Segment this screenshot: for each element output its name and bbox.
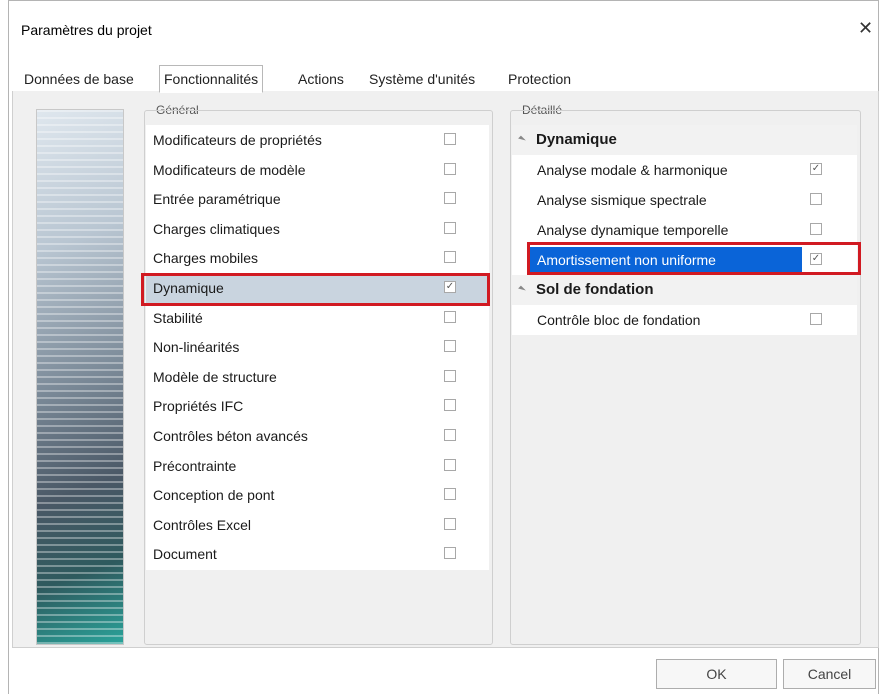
list-item-label: Contrôles Excel: [153, 516, 252, 533]
list-item-label: Conception de pont: [153, 487, 275, 504]
list-item-label: Amortissement non uniforme: [537, 252, 716, 268]
tab-protection[interactable]: Protection: [504, 68, 575, 90]
list-item-dynamique[interactable]: Dynamique ✓: [146, 273, 489, 303]
checkbox[interactable]: [444, 310, 456, 323]
window-title: Paramètres du projet: [21, 22, 152, 38]
list-item-label: Document: [153, 546, 217, 563]
tab-donnees-de-base[interactable]: Données de base: [20, 68, 138, 90]
list-item-label: Modificateurs de propriétés: [153, 132, 322, 148]
list-item-controles-beton-avances[interactable]: Contrôles béton avancés: [146, 421, 489, 451]
list-item-label: Modèle de structure: [153, 368, 277, 385]
checkbox[interactable]: [810, 313, 822, 325]
list-item-proprietes-ifc[interactable]: Propriétés IFC: [146, 391, 489, 421]
list-item-charges-mobiles[interactable]: Charges mobiles: [146, 243, 489, 273]
list-item-label: Analyse modale & harmonique: [537, 162, 728, 178]
checkbox[interactable]: [444, 399, 456, 412]
list-item-conception-de-pont[interactable]: Conception de pont: [146, 480, 489, 510]
checkbox[interactable]: [444, 162, 456, 175]
checkbox[interactable]: [444, 340, 456, 353]
category-label: Dynamique: [536, 131, 617, 148]
list-item-label: Charges climatiques: [153, 220, 280, 237]
list-item-precontrainte[interactable]: Précontrainte: [146, 451, 489, 481]
list-item-modificateurs-de-proprietes[interactable]: Modificateurs de propriétés: [146, 125, 489, 155]
list-item-label: Entrée paramétrique: [153, 191, 281, 208]
checkbox[interactable]: [810, 223, 822, 235]
checkbox[interactable]: [444, 221, 456, 234]
list-item-label: Charges mobiles: [153, 250, 259, 267]
list-item-label: Stabilité: [153, 309, 203, 326]
list-item-label: Précontrainte: [153, 457, 237, 474]
building-image: [36, 109, 124, 645]
general-feature-list: Modificateurs de propriétés Modificateurs…: [146, 125, 489, 570]
list-item-stabilite[interactable]: Stabilité: [146, 303, 489, 333]
checkbox[interactable]: [444, 369, 456, 382]
close-icon[interactable]: ✕: [858, 18, 873, 38]
list-item-non-linearites[interactable]: Non-linéarités: [146, 332, 489, 362]
list-item-entree-parametrique[interactable]: Entrée paramétrique: [146, 184, 489, 214]
list-item-charges-climatiques[interactable]: Charges climatiques: [146, 214, 489, 244]
list-item-document[interactable]: Document: [146, 539, 489, 569]
collapse-icon[interactable]: [518, 285, 526, 294]
list-item-analyse-dynamique-temporelle[interactable]: Analyse dynamique temporelle: [530, 215, 857, 245]
category-sol-de-fondation[interactable]: Sol de fondation: [512, 275, 857, 305]
list-item-analyse-modale-harmonique[interactable]: Analyse modale & harmonique ✓: [530, 155, 857, 185]
detailed-feature-list: Dynamique Analyse modale & harmonique ✓ Ana…: [512, 125, 857, 335]
checkbox[interactable]: [444, 488, 456, 501]
list-item-analyse-sismique-spectrale[interactable]: Analyse sismique spectrale: [530, 185, 857, 215]
list-item-label: Contrôle bloc de fondation: [537, 312, 701, 328]
checkbox[interactable]: [444, 458, 456, 471]
checkbox[interactable]: [810, 193, 822, 205]
list-item-label: Analyse sismique spectrale: [537, 192, 707, 208]
tab-fonctionnalites[interactable]: Fonctionnalités: [159, 65, 264, 93]
checkbox[interactable]: [444, 547, 456, 560]
category-label: Sol de fondation: [536, 281, 654, 298]
checkbox[interactable]: [444, 429, 456, 441]
list-item-controles-excel[interactable]: Contrôles Excel: [146, 510, 489, 540]
checkbox[interactable]: [444, 251, 456, 264]
list-item-label: Contrôles béton avancés: [153, 428, 308, 444]
list-item-modele-de-structure[interactable]: Modèle de structure: [146, 362, 489, 392]
ok-button[interactable]: OK: [656, 659, 777, 689]
list-item-label: Non-linéarités: [153, 339, 240, 356]
list-item-label: Dynamique: [153, 280, 224, 296]
checkbox[interactable]: [444, 133, 456, 145]
list-item-label: Modificateurs de modèle: [153, 161, 306, 178]
list-item-label: Propriétés IFC: [153, 398, 244, 415]
list-item-controle-bloc-de-fondation[interactable]: Contrôle bloc de fondation: [530, 305, 857, 335]
cancel-button[interactable]: Cancel: [783, 659, 876, 689]
tab-actions[interactable]: Actions: [294, 68, 348, 90]
list-item-amortissement-non-uniforme[interactable]: Amortissement non uniforme ✓: [530, 245, 857, 275]
category-dynamique[interactable]: Dynamique: [512, 125, 857, 155]
checkbox[interactable]: [444, 517, 456, 530]
list-item-label: Analyse dynamique temporelle: [537, 222, 729, 238]
checkbox[interactable]: [444, 192, 456, 205]
checkbox[interactable]: ✓: [810, 163, 822, 175]
checkbox[interactable]: ✓: [810, 253, 822, 265]
collapse-icon[interactable]: [518, 135, 526, 144]
checkbox[interactable]: ✓: [444, 281, 456, 293]
tab-systeme-unites[interactable]: Système d'unités: [365, 68, 479, 90]
list-item-modificateurs-de-modele[interactable]: Modificateurs de modèle: [146, 155, 489, 185]
